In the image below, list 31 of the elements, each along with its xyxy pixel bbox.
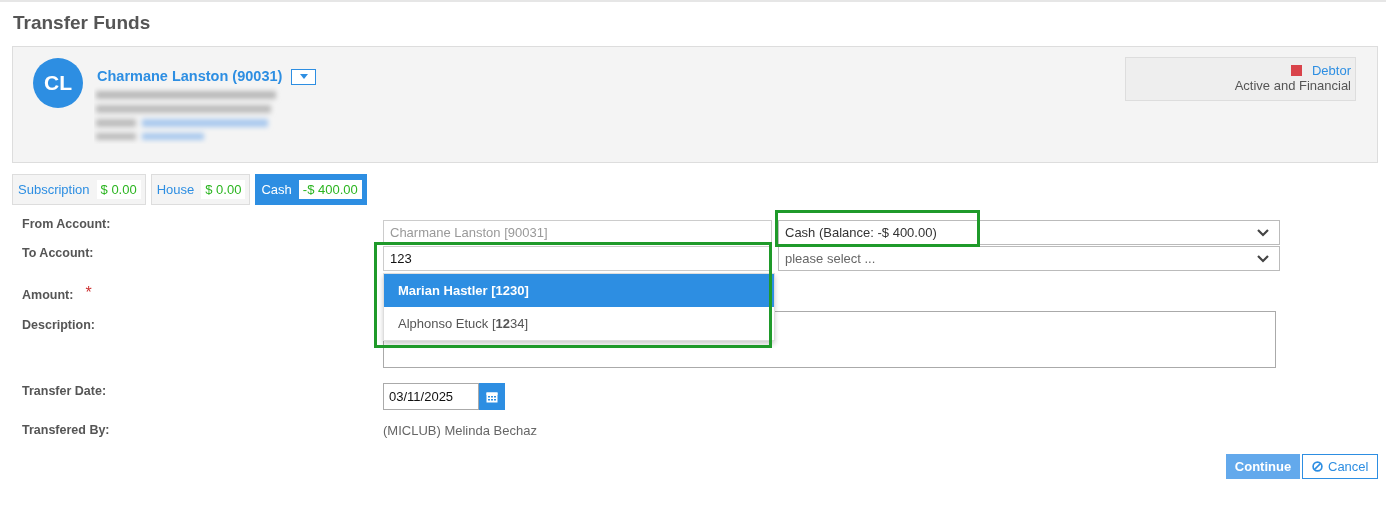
account-tab[interactable]: Cash -$ 400.00 [255,174,367,205]
date-field[interactable]: 03/11/2025 [383,383,479,410]
to-search-field[interactable]: 123 [383,246,772,271]
continue-button[interactable]: Continue [1226,454,1300,479]
field-label: From Account: [21,217,112,233]
cancel-button[interactable]: Cancel [1302,454,1378,479]
transferred-by-text: (MICLUB) Melinda Bechaz [383,422,537,438]
chevron-down-icon [1257,228,1269,237]
member-menu-button[interactable] [291,69,317,85]
suggestion-item[interactable]: Marian Hastler [1230] [384,274,774,307]
field-label: Description: [21,318,96,334]
calendar-icon [486,390,498,403]
account-tab[interactable]: Subscription $ 0.00 [12,174,146,205]
member-name-link[interactable]: Charmane Lanston (90031) [97,67,283,84]
from-account-select[interactable]: Cash (Balance: -$ 400.00) [778,220,1280,245]
field-label: Transfered By: [21,423,111,437]
suggestion-item[interactable]: Alphonso Etuck [1234] [384,307,774,340]
chevron-down-icon [1257,254,1269,263]
field-label: To Account: [21,246,95,262]
status-link[interactable]: Debtor [1311,63,1351,78]
required-mark: * [85,284,92,302]
to-account-select[interactable]: please select ... [778,246,1280,271]
caret-icon [298,74,309,80]
status-text: Active and Financial [1234,78,1351,93]
page-title: Transfer Funds [13,12,152,34]
account-tab[interactable]: House $ 0.00 [150,174,251,205]
avatar: CL [33,58,83,108]
field-label: Transfer Date: [21,383,108,398]
calendar-button[interactable] [479,383,505,410]
field-label: Amount: [21,288,74,302]
ban-icon [1312,461,1323,472]
